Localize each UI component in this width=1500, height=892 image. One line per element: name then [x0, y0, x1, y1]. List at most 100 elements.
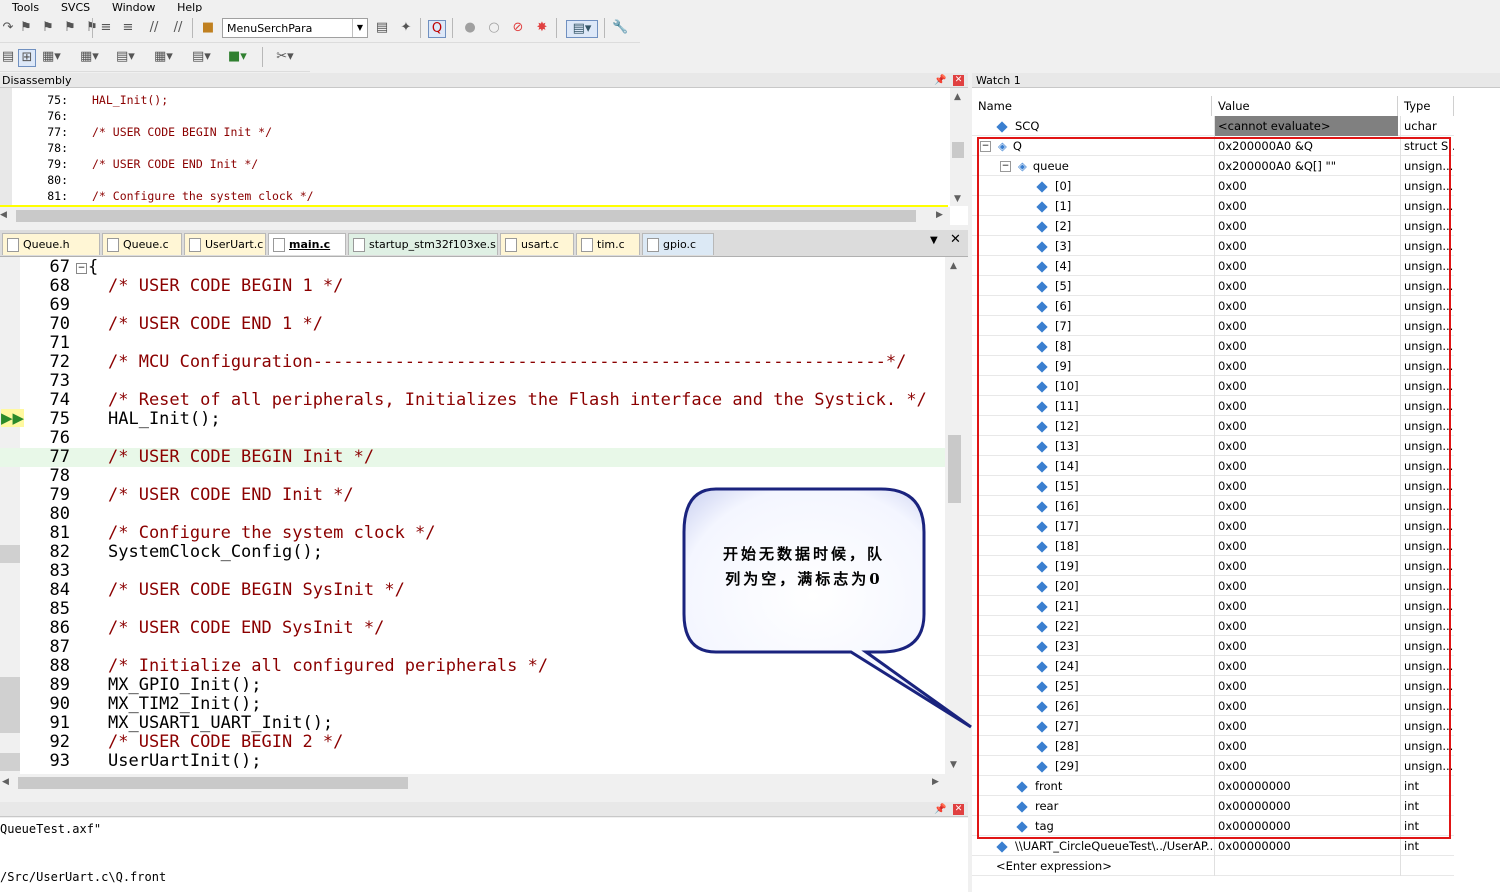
- build-output: QueueTest.axf" /Src/UserUart.c\Q.front: [0, 818, 968, 892]
- pin-icon[interactable]: 📌: [934, 73, 946, 88]
- watch-col-value[interactable]: Value: [1212, 96, 1398, 116]
- find-icon[interactable]: ▤: [374, 20, 390, 36]
- code-line[interactable]: 72 /* MCU Configuration------------------…: [0, 353, 945, 372]
- close-icon[interactable]: ✕: [953, 75, 964, 86]
- editor-tab-bar: Queue.h Queue.c UserUart.c main.c startup_st…: [0, 230, 968, 257]
- line-number: 75: [49, 409, 70, 429]
- line-number: 78:: [47, 141, 68, 155]
- code-line[interactable]: 93 UserUartInit();: [0, 752, 945, 771]
- code-line[interactable]: 92 /* USER CODE BEGIN 2 */: [0, 733, 945, 752]
- line-number: 78: [49, 466, 70, 486]
- close-icon[interactable]: ✕: [953, 804, 964, 815]
- find-combo[interactable]: MenuSerchPara ▼: [222, 18, 368, 38]
- indent-icon[interactable]: ≡: [98, 20, 114, 36]
- line-number: 70: [49, 314, 70, 334]
- watch-row[interactable]: <Enter expression>: [972, 856, 1454, 876]
- breakpoint-disable-all-icon[interactable]: ⊘: [510, 20, 526, 36]
- file-icon: [189, 238, 201, 252]
- uncomment-icon[interactable]: //: [170, 20, 186, 36]
- code-line[interactable]: 68 /* USER CODE BEGIN 1 */: [0, 277, 945, 296]
- tab-useruart-c[interactable]: UserUart.c: [184, 233, 266, 255]
- bookmark-icon[interactable]: ⚑: [18, 20, 34, 36]
- disassembly-view[interactable]: 75: HAL_Init(); 76: 77: /* USER CODE BEGIN I…: [0, 88, 968, 225]
- bookmark-prev-icon[interactable]: ⚑: [40, 20, 56, 36]
- line-number: 79:: [47, 157, 68, 171]
- symbols-window-icon[interactable]: ▦▾: [42, 49, 61, 65]
- code-line[interactable]: 69: [0, 296, 945, 315]
- disassembly-window-icon[interactable]: ⊞: [18, 49, 36, 67]
- fold-icon[interactable]: −: [76, 263, 87, 274]
- watch-value[interactable]: <cannot evaluate>: [1214, 116, 1398, 136]
- line-number: 76:: [47, 109, 68, 123]
- code-line[interactable]: 73: [0, 372, 945, 391]
- window-layout-icon[interactable]: ▤▾: [566, 20, 598, 38]
- line-number: 84: [49, 580, 70, 600]
- line-number: 85: [49, 599, 70, 619]
- watch-row[interactable]: \\UART_CircleQueueTest\../UserAP... 0x000…: [972, 836, 1454, 856]
- watch-col-type[interactable]: Type: [1398, 96, 1454, 116]
- menu-window[interactable]: Window: [112, 2, 155, 12]
- watch-value[interactable]: [1214, 856, 1398, 876]
- redo-icon[interactable]: ↷: [0, 20, 16, 36]
- tab-gpio-c[interactable]: gpio.c: [642, 233, 714, 255]
- editor-hscroll[interactable]: ◀ ▶: [0, 774, 945, 792]
- line-number: 88: [49, 656, 70, 676]
- menu-svcs[interactable]: SVCS: [61, 2, 90, 12]
- source-text: /* Configure the system clock */: [92, 189, 314, 203]
- code-line[interactable]: 77 /* USER CODE BEGIN Init */: [0, 448, 945, 467]
- bookmark-next-icon[interactable]: ⚑: [62, 20, 78, 36]
- watch-type: int: [1400, 836, 1454, 856]
- serial-window-icon[interactable]: ■▾: [228, 49, 247, 65]
- tab-queue-h[interactable]: Queue.h: [2, 233, 100, 255]
- chevron-down-icon[interactable]: ▼: [352, 19, 367, 37]
- callout-text: 开始无数据时候，队 列为空，满标志为0: [700, 542, 908, 592]
- code-line[interactable]: 76: [0, 429, 945, 448]
- find-in-files-icon[interactable]: ■: [200, 20, 216, 36]
- tab-main-c[interactable]: main.c: [268, 233, 346, 255]
- debug-session-icon[interactable]: Q: [428, 20, 446, 38]
- configure-icon[interactable]: 🔧: [612, 20, 628, 36]
- toolbar-main: ↷ ⚑ ⚑ ⚑ ⚑ ≡ ≡ // // ■ MenuSerchPara ▼ ▤ …: [0, 14, 640, 43]
- line-number: 72: [49, 352, 70, 372]
- close-tab-icon[interactable]: ✕: [950, 232, 961, 247]
- watch-col-name[interactable]: Name: [972, 96, 1212, 116]
- code-line[interactable]: 74 /* Reset of all peripherals, Initializ…: [0, 391, 945, 410]
- watch-name-text: <Enter expression>: [996, 859, 1112, 873]
- code-line[interactable]: 70 /* USER CODE END 1 */: [0, 315, 945, 334]
- callout-line-1: 开始无数据时候，队: [722, 545, 885, 563]
- unindent-icon[interactable]: ≡: [120, 20, 136, 36]
- tab-queue-c[interactable]: Queue.c: [102, 233, 182, 255]
- line-number: 83: [49, 561, 70, 581]
- tab-usart-c[interactable]: usart.c: [500, 233, 574, 255]
- menu-help[interactable]: Help: [177, 2, 202, 12]
- watch-value[interactable]: 0x00000000: [1214, 836, 1398, 856]
- line-number: 68: [49, 276, 70, 296]
- breakpoint-disable-icon[interactable]: ○: [486, 20, 502, 36]
- pin-icon[interactable]: 📌: [934, 802, 946, 817]
- tab-startup-stm32f103xe-s[interactable]: startup_stm32f103xe.s: [348, 233, 498, 255]
- breakpoint-kill-all-icon[interactable]: ✸: [534, 20, 550, 36]
- call-stack-window-icon[interactable]: ▤▾: [116, 49, 135, 65]
- code-line[interactable]: 75 HAL_Init();: [0, 410, 945, 429]
- output-line: QueueTest.axf": [0, 822, 102, 836]
- disassembly-hscroll[interactable]: ◀ ▶: [0, 207, 950, 225]
- breakpoint-icon[interactable]: ●: [462, 20, 478, 36]
- menu-tools[interactable]: Tools: [12, 2, 39, 12]
- tab-tim-c[interactable]: tim.c: [576, 233, 640, 255]
- registers-window-icon[interactable]: ▦▾: [80, 49, 99, 65]
- disassembly-vscroll[interactable]: ▲ ▼: [950, 88, 968, 206]
- tab-label: usart.c: [521, 238, 559, 251]
- watch-row-name: SCQ: [972, 116, 1212, 136]
- code-line[interactable]: 67 {: [0, 258, 945, 277]
- file-icon: [353, 238, 365, 252]
- watch-row[interactable]: SCQ <cannot evaluate> uchar: [972, 116, 1454, 136]
- tab-list-icon[interactable]: ▼: [930, 235, 938, 246]
- code-line[interactable]: 71: [0, 334, 945, 353]
- comment-icon[interactable]: //: [146, 20, 162, 36]
- command-window-icon[interactable]: ▤: [0, 49, 16, 65]
- toolbox-icon[interactable]: ✂▾: [270, 49, 300, 65]
- watch-window-icon[interactable]: ▦▾: [154, 49, 173, 65]
- memory-window-icon[interactable]: ▤▾: [192, 49, 211, 65]
- incremental-find-icon[interactable]: ✦: [398, 20, 414, 36]
- line-number: 93: [49, 751, 70, 771]
